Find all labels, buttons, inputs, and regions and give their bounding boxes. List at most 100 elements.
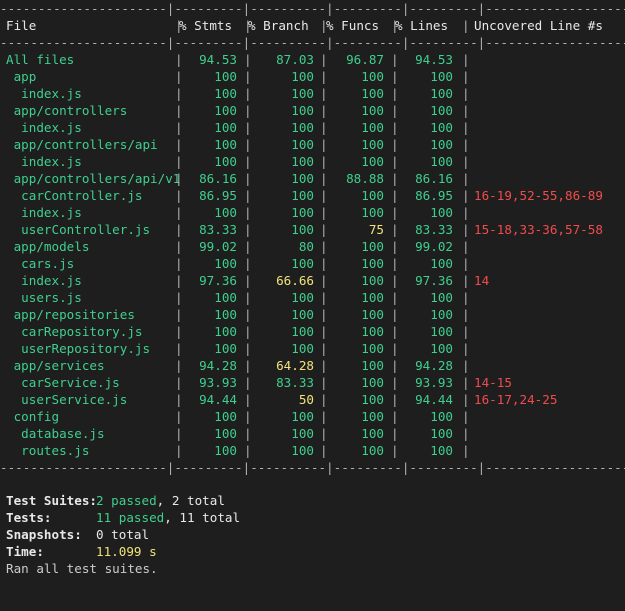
column-divider: | — [244, 375, 252, 390]
column-divider: | — [175, 375, 183, 390]
column-divider: | — [244, 409, 252, 424]
column-divider: | — [175, 443, 183, 458]
cell-stmts: 100 — [214, 154, 237, 169]
column-divider: | — [175, 120, 183, 135]
cell-funcs: 100 — [361, 103, 384, 118]
column-divider: | — [175, 426, 183, 441]
cell-funcs: 100 — [361, 120, 384, 135]
column-divider: | — [320, 341, 328, 356]
cell-stmts: 100 — [214, 69, 237, 84]
cell-file: app/models — [6, 239, 90, 254]
cell-lines: 94.28 — [415, 358, 453, 373]
cell-uncovered — [474, 289, 622, 306]
column-header: % Stmts — [179, 18, 233, 33]
cell-funcs: 100 — [361, 154, 384, 169]
cell-file: index.js — [6, 86, 82, 101]
cell-branch: 100 — [291, 307, 314, 322]
column-divider: | — [320, 307, 328, 322]
cell-stmts: 100 — [214, 205, 237, 220]
cell-file: app — [6, 69, 37, 84]
cell-uncovered: 14 — [474, 273, 490, 288]
column-divider: | — [320, 358, 328, 373]
column-divider: | — [391, 443, 399, 458]
cell-uncovered — [474, 357, 622, 374]
column-divider: | — [462, 273, 470, 288]
cell-funcs: 100 — [361, 426, 384, 441]
table-row: users.js 100 100 100 100 | | | | | — [0, 289, 625, 306]
cell-funcs: 100 — [361, 358, 384, 373]
cell-branch: 87.03 — [276, 52, 314, 67]
column-divider: | — [391, 86, 399, 101]
table-row: index.js 100 100 100 100 | | | | | — [0, 204, 625, 221]
cell-funcs: 100 — [361, 239, 384, 254]
cell-branch: 100 — [291, 256, 314, 271]
column-divider: | — [175, 307, 183, 322]
cell-lines: 100 — [430, 426, 453, 441]
cell-uncovered — [474, 340, 622, 357]
column-divider: | — [462, 375, 470, 390]
cell-file: userController.js — [6, 222, 151, 237]
column-divider: | — [175, 341, 183, 356]
column-divider: | — [462, 52, 470, 67]
column-divider: | — [462, 86, 470, 101]
cell-funcs: 100 — [361, 375, 384, 390]
separator-text: ----------------------|---------|-------… — [0, 35, 625, 50]
cell-funcs: 100 — [361, 392, 384, 407]
table-row: userService.js 94.44 50 100 94.44 16-17,24-25… — [0, 391, 625, 408]
cell-lines: 93.93 — [415, 375, 453, 390]
cell-uncovered — [474, 204, 622, 221]
table-row: cars.js 100 100 100 100 | | | | | — [0, 255, 625, 272]
table-row: app/controllers/api 100 100 100 100 | | | | | — [0, 136, 625, 153]
column-divider: | — [244, 256, 252, 271]
table-row: userRepository.js 100 100 100 100 | | | | | — [0, 340, 625, 357]
column-divider: | — [320, 273, 328, 288]
cell-file: index.js — [6, 205, 82, 220]
cell-lines: 100 — [430, 409, 453, 424]
cell-lines: 97.36 — [415, 273, 453, 288]
column-divider: | — [391, 188, 399, 203]
column-divider: | — [175, 273, 183, 288]
table-row: database.js 100 100 100 100 | | | | | — [0, 425, 625, 442]
summary-time: Time: 11.099 s — [0, 543, 625, 560]
table-row: app/repositories 100 100 100 100 | | | | | — [0, 306, 625, 323]
cell-uncovered — [474, 119, 622, 136]
cell-uncovered — [474, 85, 622, 102]
table-row: app 100 100 100 100 | | | | | — [0, 68, 625, 85]
cell-uncovered — [474, 425, 622, 442]
cell-branch: 100 — [291, 409, 314, 424]
cell-branch: 100 — [291, 86, 314, 101]
cell-lines: 100 — [430, 307, 453, 322]
cell-lines: 100 — [430, 290, 453, 305]
table-row: carController.js 86.95 100 100 86.95 16-19,52… — [0, 187, 625, 204]
cell-uncovered — [474, 102, 622, 119]
column-header: File — [6, 18, 37, 33]
table-row: routes.js 100 100 100 100 | | | | | — [0, 442, 625, 459]
column-divider: | — [462, 103, 470, 118]
cell-funcs: 100 — [361, 205, 384, 220]
column-divider: | — [175, 188, 183, 203]
column-divider: | — [320, 154, 328, 169]
cell-lines: 100 — [430, 86, 453, 101]
column-divider: | — [175, 239, 183, 254]
cell-lines: 94.53 — [415, 52, 453, 67]
column-divider: | — [320, 103, 328, 118]
column-divider: | — [462, 426, 470, 441]
cell-lines: 83.33 — [415, 222, 453, 237]
column-divider: | — [391, 222, 399, 237]
cell-stmts: 100 — [214, 409, 237, 424]
column-divider: | — [244, 154, 252, 169]
cell-lines: 100 — [430, 205, 453, 220]
column-divider: | — [244, 222, 252, 237]
column-divider: | — [244, 103, 252, 118]
column-divider: | — [462, 154, 470, 169]
cell-funcs: 100 — [361, 137, 384, 152]
column-divider: | — [320, 239, 328, 254]
summary-label: Time: — [6, 544, 44, 559]
column-header: % Funcs — [326, 18, 380, 33]
column-divider: | — [462, 341, 470, 356]
column-divider: | — [391, 324, 399, 339]
cell-branch: 100 — [291, 188, 314, 203]
column-divider: | — [175, 171, 183, 186]
cell-branch: 100 — [291, 154, 314, 169]
column-divider: | — [320, 171, 328, 186]
